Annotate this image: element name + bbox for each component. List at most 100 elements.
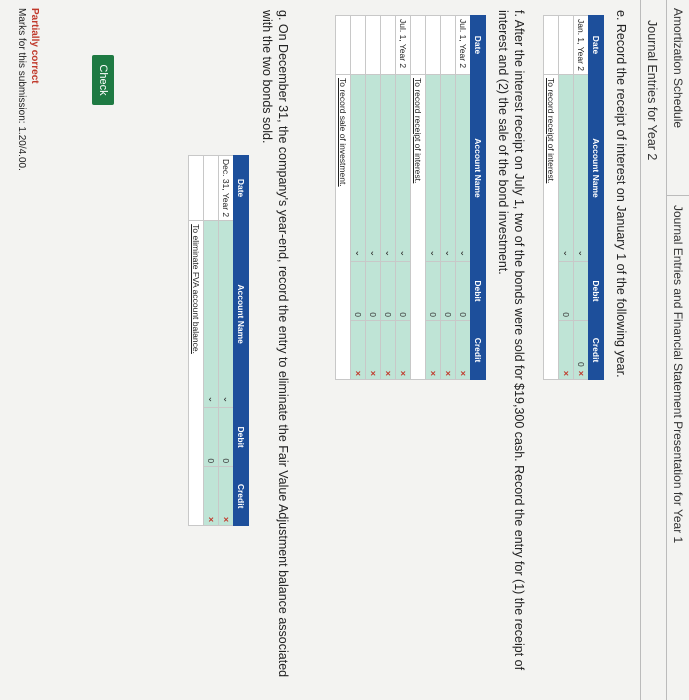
incorrect-x-icon: ×	[206, 516, 216, 523]
chevron-down-icon: ⌄	[399, 249, 409, 257]
instruction-f: f. After the interest receipt on July 1,…	[496, 10, 526, 671]
credit-input[interactable]: 0×	[573, 320, 589, 380]
entry-note: To eliminate FVA account balance.	[188, 220, 204, 526]
tab-journal-entries-year-1[interactable]: Journal Entries and Financial Statement …	[671, 205, 685, 543]
credit-input[interactable]: ×	[455, 320, 471, 380]
debit-input[interactable]: 0	[203, 407, 219, 467]
subtab-bar: Journal Entries for Year 2	[641, 0, 665, 700]
chevron-down-icon: ⌄	[459, 249, 469, 257]
chevron-down-icon: ⌄	[444, 249, 454, 257]
debit-input[interactable]	[573, 261, 589, 321]
debit-input[interactable]: 0	[440, 261, 456, 321]
account-select[interactable]: ⌄	[203, 220, 219, 408]
account-select[interactable]: ⌄	[395, 74, 411, 262]
incorrect-x-icon: ×	[221, 516, 231, 523]
entry-note: To record sale of investment.	[335, 74, 351, 380]
account-select[interactable]: ⌄	[440, 74, 456, 262]
chevron-down-icon: ⌄	[354, 249, 364, 257]
account-select[interactable]: ⌄	[425, 74, 441, 262]
table-row: Dec. 31, Year 2 ⌄ 0 ×	[218, 155, 234, 526]
account-select[interactable]: ⌄	[573, 74, 589, 262]
date-cell: Jul. 1, Year 2	[455, 15, 471, 75]
journal-table-f: Date Account Name Debit Credit Jul. 1, Y…	[335, 15, 486, 380]
date-cell: Jul. 1, Year 2	[395, 15, 411, 75]
header-credit: Credit	[233, 466, 249, 526]
credit-input[interactable]: ×	[425, 320, 441, 380]
chevron-down-icon: ⌄	[369, 249, 379, 257]
journal-table-g: Date Account Name Debit Credit Dec. 31, …	[188, 155, 249, 527]
account-select[interactable]: ⌄	[558, 74, 574, 262]
table-row: Jul. 1, Year 2 ⌄ 0 ×	[455, 15, 471, 380]
header-date: Date	[470, 15, 486, 75]
debit-input[interactable]: 0	[425, 261, 441, 321]
incorrect-x-icon: ×	[353, 370, 363, 376]
debit-input[interactable]: 0	[365, 261, 381, 321]
entry-note: To record receipt of interest.	[543, 74, 559, 380]
table-row: Jul. 1, Year 2 ⌄ 0 ×	[395, 15, 411, 380]
debit-input[interactable]: 0	[395, 261, 411, 321]
table-row: ⌄ 0 ×	[350, 15, 366, 380]
incorrect-x-icon: ×	[443, 370, 453, 376]
incorrect-x-icon: ×	[398, 370, 408, 376]
account-select[interactable]: ⌄	[218, 220, 234, 408]
table-row: ⌄ 0 ×	[365, 15, 381, 380]
table-row: ⌄ 0 ×	[440, 15, 456, 380]
date-cell	[380, 15, 396, 75]
debit-input[interactable]: 0	[380, 261, 396, 321]
date-cell	[365, 15, 381, 75]
credit-input[interactable]: ×	[203, 466, 219, 526]
debit-input[interactable]: 0	[218, 407, 234, 467]
table-row: Jan. 1, Year 2 ⌄ 0×	[573, 15, 589, 380]
header-debit: Debit	[588, 261, 604, 321]
credit-input[interactable]: ×	[440, 320, 456, 380]
credit-input[interactable]: ×	[365, 320, 381, 380]
entry-note: To record receipt of interest.	[410, 74, 426, 380]
submission-status: Partially correct Marks for this submiss…	[15, 8, 41, 171]
check-button[interactable]: Check	[92, 55, 114, 105]
date-cell	[558, 15, 574, 75]
header-credit: Credit	[470, 320, 486, 380]
tab-journal-entries-year-2[interactable]: Journal Entries for Year 2	[645, 20, 659, 160]
instruction-e: e. Record the receipt of interest on Jan…	[614, 10, 628, 378]
debit-input[interactable]: 0	[558, 261, 574, 321]
date-cell	[203, 155, 219, 221]
incorrect-x-icon: ×	[383, 370, 393, 376]
incorrect-x-icon: ×	[576, 370, 586, 376]
credit-input[interactable]: ×	[395, 320, 411, 380]
account-select[interactable]: ⌄	[380, 74, 396, 262]
date-cell: Jan. 1, Year 2	[573, 15, 589, 75]
header-credit: Credit	[588, 320, 604, 380]
chevron-down-icon: ⌄	[429, 249, 439, 257]
header-account-name: Account Name	[588, 74, 604, 262]
credit-input[interactable]: ×	[218, 466, 234, 526]
debit-input[interactable]: 0	[350, 261, 366, 321]
tab-amortization-schedule[interactable]: Amortization Schedule	[671, 8, 685, 128]
date-cell: Dec. 31, Year 2	[218, 155, 234, 221]
incorrect-x-icon: ×	[561, 370, 571, 376]
header-debit: Debit	[233, 407, 249, 467]
table-row: ⌄ 0 ×	[203, 155, 219, 526]
chevron-down-icon: ⌄	[562, 249, 572, 257]
table-row: ⌄ 0 ×	[558, 15, 574, 380]
header-account-name: Account Name	[470, 74, 486, 262]
credit-input[interactable]: ×	[350, 320, 366, 380]
chevron-down-icon: ⌄	[384, 249, 394, 257]
account-select[interactable]: ⌄	[350, 74, 366, 262]
date-cell	[440, 15, 456, 75]
journal-table-e: Date Account Name Debit Credit Jan. 1, Y…	[543, 15, 604, 380]
status-badge: Partially correct	[29, 8, 40, 84]
incorrect-x-icon: ×	[428, 370, 438, 376]
account-select[interactable]: ⌄	[455, 74, 471, 262]
credit-input[interactable]: ×	[380, 320, 396, 380]
date-cell	[425, 15, 441, 75]
marks-text: Marks for this submission: 1.20/4.00.	[16, 8, 27, 171]
header-date: Date	[233, 155, 249, 221]
credit-input[interactable]: ×	[558, 320, 574, 380]
header-debit: Debit	[470, 261, 486, 321]
chevron-down-icon: ⌄	[222, 395, 232, 404]
table-row: ⌄ 0 ×	[425, 15, 441, 380]
debit-input[interactable]: 0	[455, 261, 471, 321]
date-cell	[350, 15, 366, 75]
account-select[interactable]: ⌄	[365, 74, 381, 262]
page: Amortization Schedule Journal Entries an…	[0, 0, 689, 700]
